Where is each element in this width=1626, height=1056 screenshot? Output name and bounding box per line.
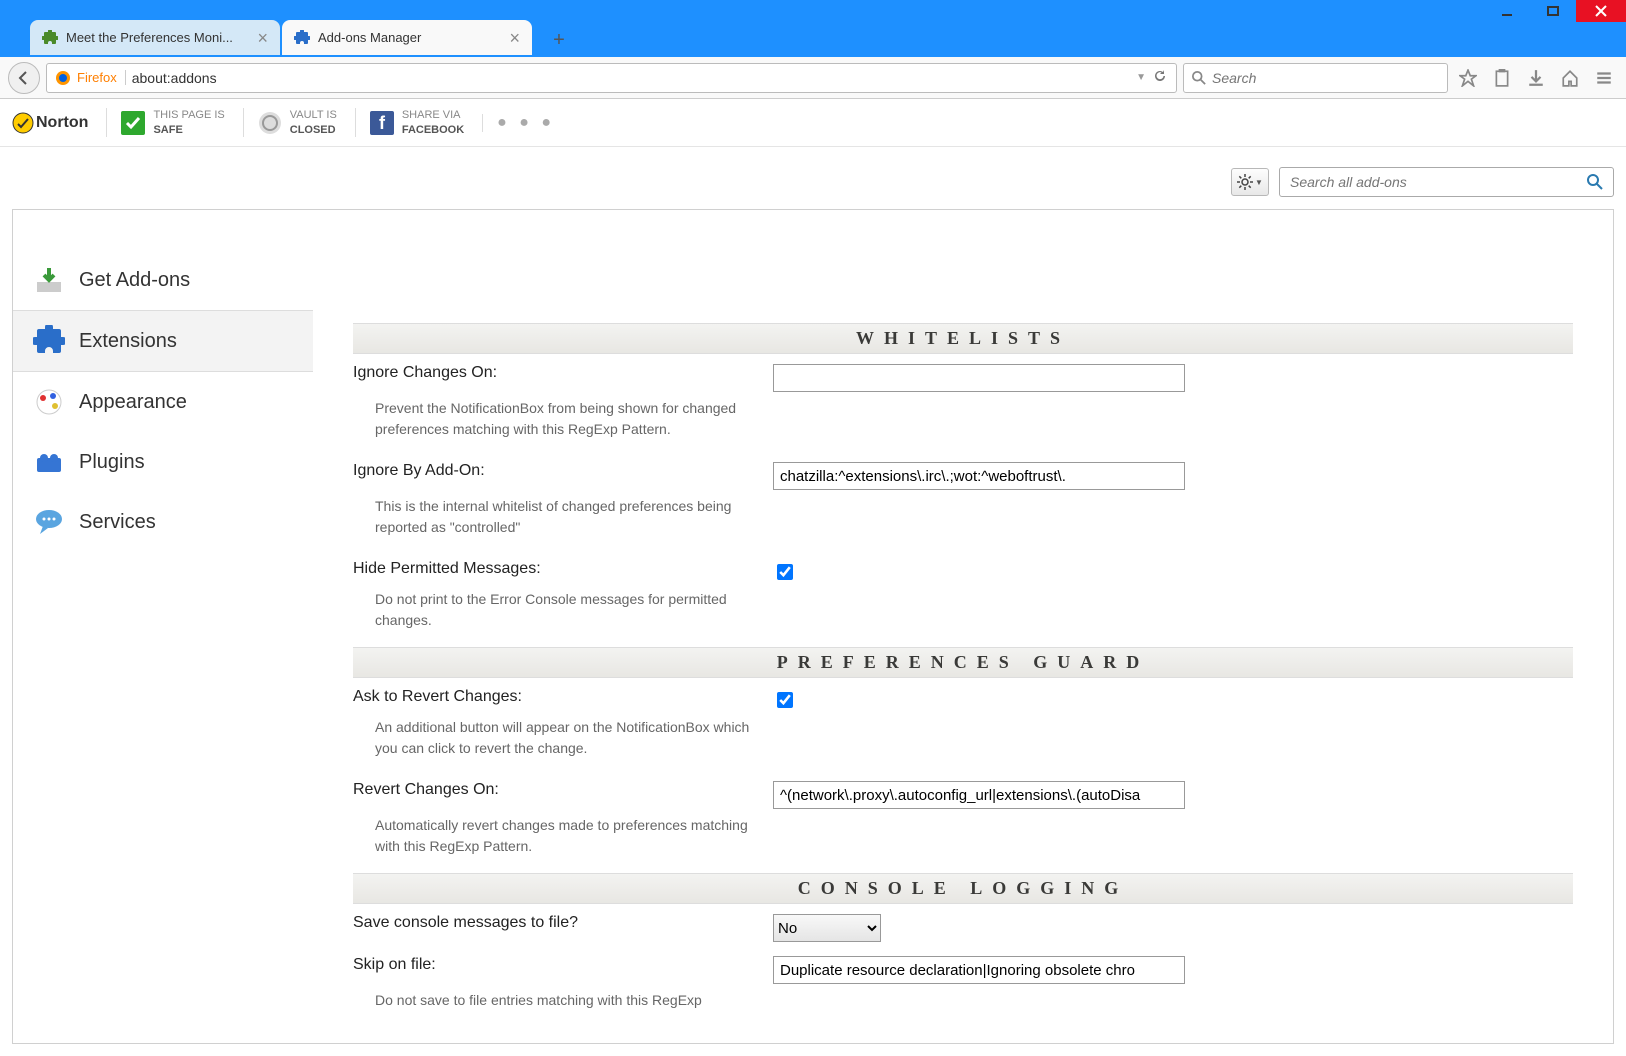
pref-label: Ask to Revert Changes: — [353, 688, 773, 706]
window-controls — [1484, 0, 1626, 22]
back-button[interactable] — [8, 62, 40, 94]
addons-body: Get Add-ons Extensions Appearance Plugin… — [12, 209, 1614, 1044]
pref-desc: Do not save to file entries matching wit… — [353, 984, 753, 1019]
bookmark-star-icon[interactable] — [1454, 64, 1482, 92]
norton-more-icon[interactable]: ● ● ● — [482, 114, 555, 132]
section-header-console: CONSOLE LOGGING — [353, 873, 1573, 904]
pref-row-ask-revert: Ask to Revert Changes: An additional but… — [353, 678, 1573, 771]
url-bar[interactable]: Firefox about:addons ▼ — [46, 63, 1177, 93]
window-titlebar: Meet the Preferences Moni... × Add-ons M… — [0, 0, 1626, 57]
sidebar-label: Appearance — [79, 391, 187, 414]
pref-row-hide-permitted: Hide Permitted Messages: Do not print to… — [353, 550, 1573, 643]
magnifier-icon — [1192, 71, 1206, 85]
search-icon[interactable] — [1587, 174, 1603, 190]
pref-desc: An additional button will appear on the … — [353, 711, 753, 767]
addons-sidebar: Get Add-ons Extensions Appearance Plugin… — [13, 210, 313, 1043]
skip-file-input[interactable] — [773, 956, 1185, 984]
browser-tabs: Meet the Preferences Moni... × Add-ons M… — [30, 20, 574, 55]
tab-close-icon[interactable]: × — [509, 29, 520, 47]
pref-label: Skip on file: — [353, 956, 773, 974]
url-text: about:addons — [132, 70, 1130, 86]
hamburger-menu-icon[interactable] — [1590, 64, 1618, 92]
tab-addons-manager[interactable]: Add-ons Manager × — [282, 20, 532, 55]
pref-row-skip-file: Skip on file: Do not save to file entrie… — [353, 946, 1573, 1023]
tab-label: Meet the Preferences Moni... — [66, 30, 233, 45]
window-maximize-button[interactable] — [1530, 0, 1576, 22]
sidebar-label: Get Add-ons — [79, 269, 190, 292]
tab-close-icon[interactable]: × — [257, 29, 268, 47]
window-close-button[interactable] — [1576, 0, 1626, 22]
lego-brick-icon — [33, 446, 65, 478]
norton-vault[interactable]: VAULT ISCLOSED — [243, 108, 337, 137]
section-header-whitelists: WHITELISTS — [353, 323, 1573, 354]
search-bar[interactable] — [1183, 63, 1448, 93]
addon-detail-panel[interactable]: WHITELISTS Ignore Changes On: Prevent th… — [313, 210, 1613, 1043]
pref-desc: Do not print to the Error Console messag… — [353, 583, 753, 639]
puzzle-icon — [294, 30, 310, 46]
hide-permitted-checkbox[interactable] — [777, 564, 793, 580]
sidebar-item-services[interactable]: Services — [13, 492, 313, 552]
clipboard-icon[interactable] — [1488, 64, 1516, 92]
pref-desc: Prevent the NotificationBox from being s… — [353, 392, 753, 448]
download-box-icon — [33, 264, 65, 296]
addons-search-input[interactable] — [1290, 174, 1587, 190]
reload-icon[interactable] — [1152, 68, 1168, 87]
pref-label: Hide Permitted Messages: — [353, 560, 773, 578]
addons-search-bar[interactable] — [1279, 167, 1614, 197]
puzzle-icon — [42, 30, 58, 46]
ask-revert-checkbox[interactable] — [777, 692, 793, 708]
firefox-icon — [55, 70, 71, 86]
window-minimize-button[interactable] — [1484, 0, 1530, 22]
pref-row-save-file: Save console messages to file? No — [353, 904, 1573, 946]
dropdown-icon[interactable]: ▼ — [1136, 72, 1146, 83]
pref-row-ignore-by-addon: Ignore By Add-On: This is the internal w… — [353, 452, 1573, 550]
norton-toolbar: Norton THIS PAGE ISSAFE VAULT ISCLOSED f… — [0, 99, 1626, 147]
gear-icon — [1237, 174, 1253, 190]
norton-logo[interactable]: Norton — [12, 112, 88, 134]
tab-preferences-monitor[interactable]: Meet the Preferences Moni... × — [30, 20, 280, 55]
tools-gear-button[interactable]: ▼ — [1231, 168, 1269, 196]
pref-desc: This is the internal whitelist of change… — [353, 490, 753, 546]
pref-row-ignore-changes: Ignore Changes On: Prevent the Notificat… — [353, 354, 1573, 452]
paintbrush-icon — [33, 386, 65, 418]
sidebar-item-extensions[interactable]: Extensions — [13, 310, 313, 372]
ignore-by-addon-input[interactable] — [773, 462, 1185, 490]
browser-navbar: Firefox about:addons ▼ — [0, 57, 1626, 99]
sidebar-item-get-addons[interactable]: Get Add-ons — [13, 250, 313, 310]
sidebar-label: Services — [79, 511, 156, 534]
section-header-guard: PREFERENCES GUARD — [353, 647, 1573, 678]
revert-on-input[interactable] — [773, 781, 1185, 809]
pref-label: Revert Changes On: — [353, 781, 773, 799]
sidebar-label: Extensions — [79, 330, 177, 353]
downloads-icon[interactable] — [1522, 64, 1550, 92]
puzzle-icon — [33, 325, 65, 357]
pref-label: Save console messages to file? — [353, 914, 773, 932]
svg-text:f: f — [379, 113, 386, 133]
ignore-changes-input[interactable] — [773, 364, 1185, 392]
sidebar-label: Plugins — [79, 451, 145, 474]
chevron-down-icon: ▼ — [1255, 178, 1263, 187]
pref-desc: Automatically revert changes made to pre… — [353, 809, 753, 865]
pref-label: Ignore Changes On: — [353, 364, 773, 382]
identity-label: Firefox — [77, 70, 126, 85]
sidebar-item-plugins[interactable]: Plugins — [13, 432, 313, 492]
norton-share[interactable]: f SHARE VIAFACEBOOK — [355, 108, 464, 137]
tab-label: Add-ons Manager — [318, 30, 421, 45]
pref-row-revert-on: Revert Changes On: Automatically revert … — [353, 771, 1573, 869]
norton-page-safe[interactable]: THIS PAGE ISSAFE — [106, 108, 224, 137]
save-file-select[interactable]: No — [773, 914, 881, 942]
speech-bubble-icon — [33, 506, 65, 538]
addons-toolbar: ▼ — [12, 159, 1614, 209]
home-icon[interactable] — [1556, 64, 1584, 92]
pref-label: Ignore By Add-On: — [353, 462, 773, 480]
addons-content: ▼ Get Add-ons Extensions Appearance Plug… — [0, 147, 1626, 1056]
new-tab-button[interactable]: + — [544, 25, 574, 55]
search-input[interactable] — [1212, 70, 1439, 86]
sidebar-item-appearance[interactable]: Appearance — [13, 372, 313, 432]
